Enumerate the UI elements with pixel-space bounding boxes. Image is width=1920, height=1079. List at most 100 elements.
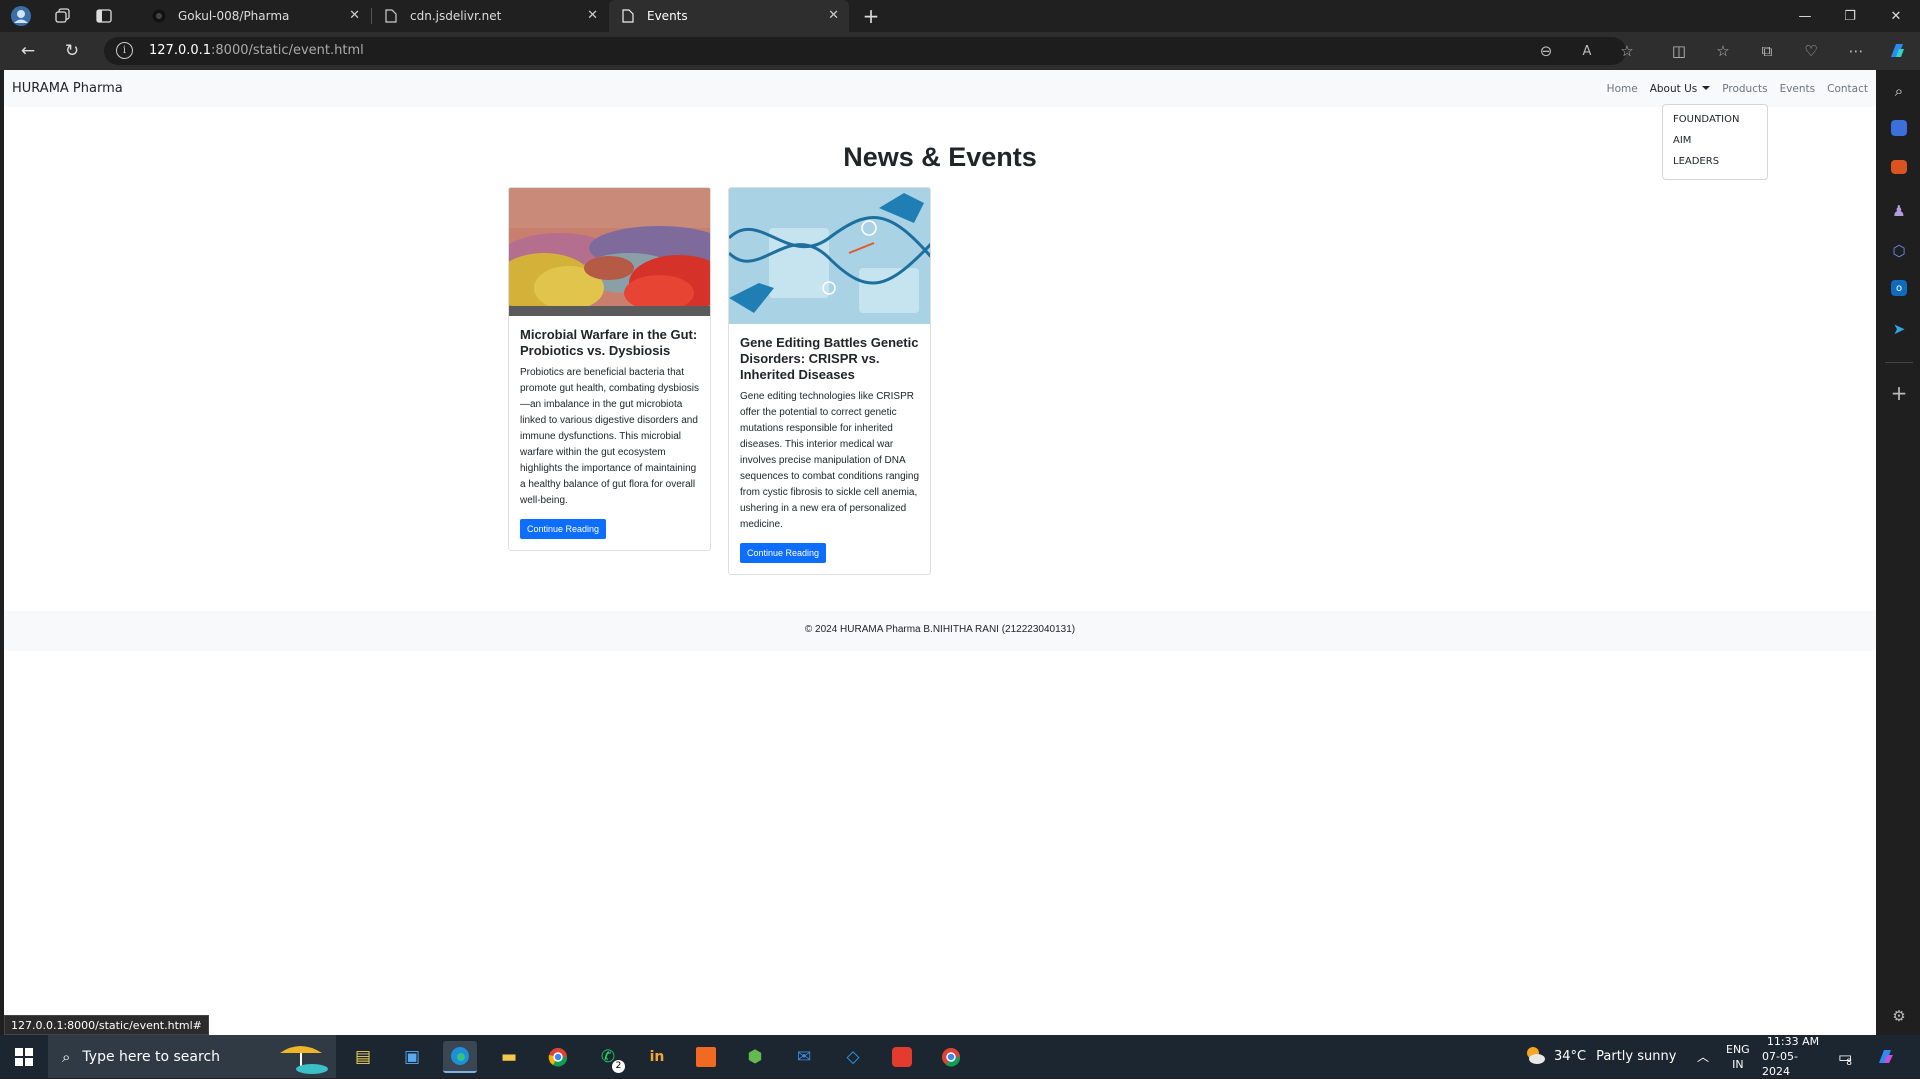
nav-products[interactable]: Products (1722, 83, 1767, 95)
browser-tab-bar: Gokul-008/Pharma ✕ cdn.jsdelivr.net ✕ Ev… (0, 0, 1920, 32)
nodejs-icon[interactable]: ⬢ (738, 1041, 772, 1073)
card-text: Probiotics are beneficial bacteria that … (520, 367, 699, 506)
notifications-icon[interactable]: ▭ 8 (1838, 1035, 1852, 1078)
favorites-icon[interactable]: ☆ (1712, 41, 1734, 61)
tab-title: Gokul-008/Pharma (178, 9, 290, 23)
telegram-icon[interactable]: ➤ (1888, 318, 1910, 340)
address-bar[interactable]: i 127.0.0.1:8000/static/event.html (104, 37, 1626, 65)
close-tab-icon[interactable]: ✕ (587, 8, 598, 23)
search-highlight-icon (272, 1039, 330, 1079)
whatsapp-badge: 2 (612, 1060, 625, 1073)
tools-briefcase-icon[interactable] (1891, 160, 1907, 174)
taskbar-search-box[interactable]: ⌕ Type here to search (48, 1035, 336, 1078)
whatsapp-icon[interactable]: ✆ 2 (591, 1041, 625, 1073)
nav-home[interactable]: Home (1607, 83, 1638, 95)
page-icon (621, 9, 635, 23)
more-options-icon[interactable]: ⋯ (1845, 41, 1867, 61)
probiotics-image (509, 188, 710, 316)
url-text: 127.0.0.1:8000/static/event.html (149, 43, 364, 58)
games-icon[interactable]: ♟ (1888, 200, 1910, 222)
refresh-icon[interactable]: ↻ (58, 39, 86, 63)
copilot-icon[interactable] (1886, 41, 1908, 61)
favorite-star-icon[interactable]: ☆ (1616, 41, 1638, 61)
card-body: Gene Editing Battles Genetic Disorders: … (729, 324, 930, 574)
wps-office-icon[interactable] (885, 1041, 919, 1073)
site-footer: © 2024 HURAMA Pharma B.NIHITHA RANI (212… (4, 611, 1876, 651)
mail-icon[interactable]: ✉ (787, 1041, 821, 1073)
tab-events[interactable]: Events ✕ (609, 0, 849, 32)
copilot-taskbar-icon[interactable] (1876, 1035, 1896, 1078)
close-window-icon[interactable]: ✕ (1874, 0, 1918, 32)
site-info-icon[interactable]: i (116, 42, 133, 59)
collections-icon[interactable]: ⧉ (1756, 41, 1778, 61)
file-explorer-icon[interactable]: ▬ (492, 1041, 526, 1073)
card-text: Gene editing technologies like CRISPR of… (740, 391, 920, 530)
weather-widget[interactable]: 34°C Partly sunny (1524, 1035, 1676, 1078)
new-tab-icon[interactable]: + (858, 4, 884, 28)
close-tab-icon[interactable]: ✕ (349, 8, 360, 23)
chrome-icon[interactable] (541, 1041, 575, 1073)
lang-bottom: IN (1732, 1057, 1744, 1071)
back-icon[interactable]: ← (14, 39, 42, 63)
nav-events[interactable]: Events (1780, 83, 1816, 95)
invision-icon[interactable]: in (640, 1041, 674, 1073)
weather-desc: Partly sunny (1596, 1049, 1677, 1064)
outlook-icon[interactable]: o (1891, 280, 1907, 296)
page-title: News & Events (843, 142, 1037, 172)
tab-title: cdn.jsdelivr.net (410, 9, 502, 23)
minimize-icon[interactable]: — (1783, 0, 1827, 32)
edge-icon[interactable] (443, 1041, 477, 1073)
fl-app-icon[interactable] (689, 1041, 723, 1073)
zoom-out-icon[interactable]: ⊖ (1535, 41, 1557, 61)
clock-date: 07-05-2024 (1762, 1050, 1798, 1078)
search-placeholder: Type here to search (82, 1048, 221, 1065)
read-aloud-icon[interactable]: A (1576, 41, 1598, 61)
tab-github[interactable]: Gokul-008/Pharma ✕ (140, 0, 370, 32)
dropdown-item-foundation[interactable]: FOUNDATION (1663, 111, 1767, 132)
clock-time: 11:33 AM (1766, 1035, 1820, 1048)
clock[interactable]: 11:33 AM 07-05-2024 (1762, 1035, 1824, 1078)
address-toolbar: ← ↻ i 127.0.0.1:8000/static/event.html ⊖… (0, 32, 1920, 70)
continue-reading-button[interactable]: Continue Reading (740, 543, 827, 563)
sidebar-divider (1885, 362, 1913, 363)
github-icon (152, 9, 166, 23)
close-tab-icon[interactable]: ✕ (828, 8, 839, 23)
vscode-icon[interactable]: ◇ (836, 1041, 870, 1073)
add-sidebar-icon[interactable]: + (1888, 381, 1910, 405)
sidebar-settings-icon[interactable]: ⚙ (1888, 1005, 1910, 1027)
show-hidden-icons-icon[interactable]: ︿ (1697, 1035, 1709, 1078)
brand-link[interactable]: HURAMA Pharma (12, 81, 123, 96)
continue-reading-button[interactable]: Continue Reading (520, 519, 607, 539)
windows-taskbar: ⌕ Type here to search ▤ ▣ ▬ ✆ 2 in ⬢ ✉ ◇ … (0, 1035, 1920, 1078)
workspaces-icon[interactable] (50, 4, 76, 28)
profile-avatar-icon[interactable] (8, 4, 34, 28)
web-page: HURAMA Pharma Home About Us Products Eve… (4, 70, 1876, 1035)
weather-sun-cloud-icon (1524, 1045, 1546, 1068)
card-body: Microbial Warfare in the Gut: Probiotics… (509, 316, 710, 550)
store-icon[interactable]: ▣ (395, 1041, 429, 1073)
browser-essentials-icon[interactable]: ♡ (1800, 41, 1822, 61)
tab-cdn[interactable]: cdn.jsdelivr.net ✕ (372, 0, 608, 32)
tab-actions-icon[interactable] (91, 4, 117, 28)
event-card: Gene Editing Battles Genetic Disorders: … (728, 187, 931, 575)
lang-top: ENG (1726, 1042, 1750, 1056)
file-explorer-pdf-icon[interactable]: ▤ (346, 1041, 380, 1073)
status-url: 127.0.0.1:8000/static/event.html# (4, 1015, 209, 1035)
dna-crispr-image (729, 188, 930, 324)
tab-title: Events (647, 9, 688, 23)
split-screen-icon[interactable]: ◫ (1668, 41, 1690, 61)
restore-icon[interactable]: ❐ (1828, 0, 1872, 32)
nav-about-dropdown[interactable]: About Us (1650, 83, 1711, 95)
windows-start-icon[interactable] (0, 1035, 48, 1078)
chrome-profile-icon[interactable] (934, 1041, 968, 1073)
site-navbar: HURAMA Pharma Home About Us Products Eve… (4, 70, 1876, 107)
weather-temp: 34°C (1554, 1049, 1587, 1064)
copilot-sidebar-icon[interactable]: ⬡ (1888, 240, 1910, 262)
shopping-tag-icon[interactable] (1891, 120, 1907, 136)
search-icon: ⌕ (62, 1047, 71, 1066)
nav-contact[interactable]: Contact (1827, 83, 1868, 95)
language-indicator[interactable]: ENG IN (1726, 1035, 1750, 1078)
nav-links: Home About Us Products Events Contact (1607, 83, 1868, 95)
card-title: Gene Editing Battles Genetic Disorders: … (740, 335, 919, 382)
sidebar-search-icon[interactable]: ⌕ (1888, 80, 1910, 102)
